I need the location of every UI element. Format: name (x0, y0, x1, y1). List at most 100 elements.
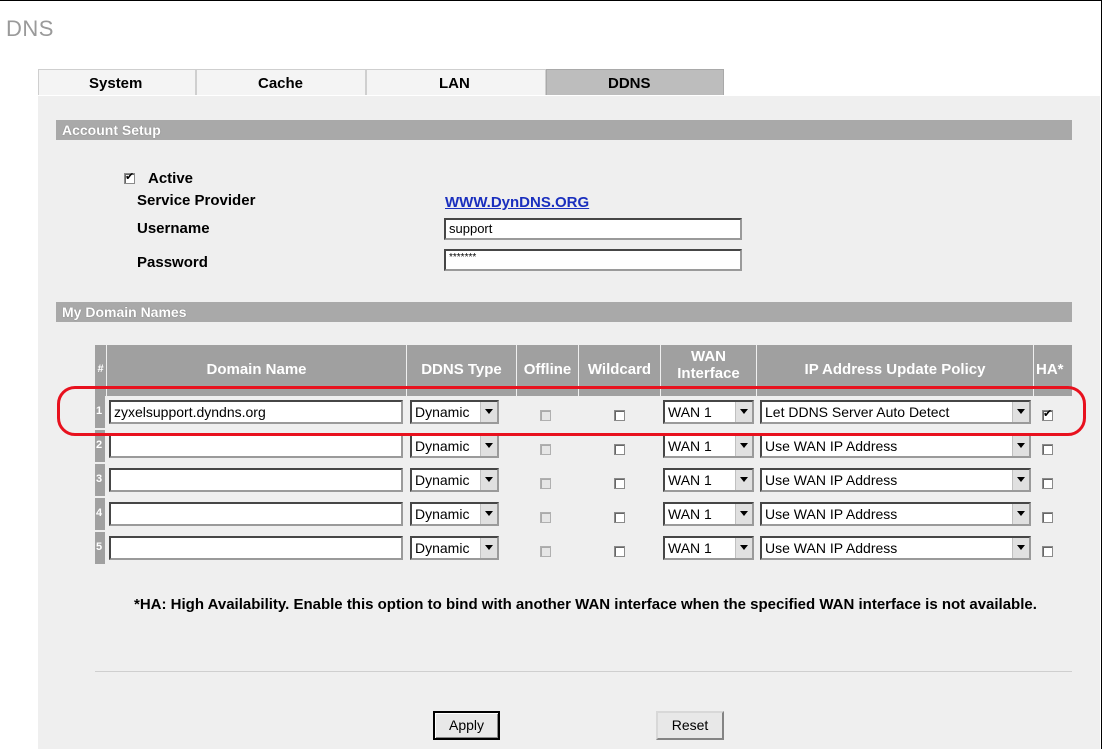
wildcard-checkbox[interactable] (614, 546, 625, 558)
domain-name-input[interactable]: zyxelsupport.dyndns.org (109, 400, 403, 424)
offline-cell (540, 532, 560, 564)
chevron-down-icon (480, 436, 497, 456)
offline-cell (540, 464, 560, 496)
table-row: 1 zyxelsupport.dyndns.org Dynamic WAN 1 Let … (95, 396, 1072, 428)
ip-policy-select[interactable]: Use WAN IP Address (760, 502, 1031, 526)
offline-checkbox (540, 478, 551, 490)
offline-checkbox (540, 546, 551, 558)
ha-footnote: *HA: High Availability. Enable this opti… (134, 596, 1037, 613)
tab-label: System (89, 75, 143, 92)
page-title: DNS (6, 16, 54, 41)
tab-cache[interactable]: Cache (196, 69, 366, 95)
service-provider-link[interactable]: WWW.DynDNS.ORG (445, 194, 589, 211)
ha-checkbox[interactable] (1042, 478, 1053, 490)
wan-interface-select[interactable]: WAN 1 (663, 502, 754, 526)
domain-name-input[interactable] (109, 536, 403, 560)
domain-names-heading: My Domain Names (56, 302, 1072, 322)
reset-button[interactable]: Reset (656, 711, 724, 740)
wildcard-cell (614, 396, 634, 428)
ha-checkbox[interactable] (1042, 444, 1053, 456)
ip-policy-select[interactable]: Use WAN IP Address (760, 434, 1031, 458)
username-field[interactable]: support (444, 218, 742, 240)
wildcard-checkbox[interactable] (614, 444, 625, 456)
ha-cell (1042, 430, 1062, 462)
row-index: 1 (95, 396, 105, 428)
apply-button[interactable]: Apply (433, 711, 500, 740)
service-provider-label: Service Provider (137, 192, 256, 209)
wildcard-cell (614, 498, 634, 530)
ha-cell (1042, 464, 1062, 496)
col-header-index: # (95, 345, 107, 396)
tab-label: DDNS (608, 75, 651, 92)
row-index: 4 (95, 498, 105, 530)
wildcard-checkbox[interactable] (614, 512, 625, 524)
col-header-domain-name: Domain Name (107, 345, 407, 396)
col-header-ddns-type: DDNS Type (407, 345, 517, 396)
wildcard-checkbox[interactable] (614, 478, 625, 490)
account-setup-heading: Account Setup (56, 120, 1072, 140)
chevron-down-icon (480, 470, 497, 490)
offline-checkbox (540, 444, 551, 456)
chevron-down-icon (1012, 538, 1029, 558)
ddns-type-select[interactable]: Dynamic (410, 400, 499, 424)
username-label: Username (137, 220, 210, 237)
chevron-down-icon (735, 504, 752, 524)
ip-policy-select[interactable]: Use WAN IP Address (760, 536, 1031, 560)
wan-interface-select[interactable]: WAN 1 (663, 434, 754, 458)
ha-checkbox[interactable] (1042, 407, 1053, 422)
offline-cell (540, 498, 560, 530)
ip-policy-select[interactable]: Use WAN IP Address (760, 468, 1031, 492)
ddns-type-select[interactable]: Dynamic (410, 434, 499, 458)
table-row: 5 Dynamic WAN 1 Use WAN IP Address (95, 532, 1072, 564)
domain-name-input[interactable] (109, 468, 403, 492)
chevron-down-icon (735, 402, 752, 422)
chevron-down-icon (735, 470, 752, 490)
table-row: 4 Dynamic WAN 1 Use WAN IP Address (95, 498, 1072, 530)
chevron-down-icon (735, 538, 752, 558)
ha-cell (1042, 532, 1062, 564)
col-header-wan-interface: WAN Interface (661, 345, 757, 396)
password-label: Password (137, 254, 208, 271)
wan-interface-select[interactable]: WAN 1 (663, 468, 754, 492)
ip-policy-select[interactable]: Let DDNS Server Auto Detect (760, 400, 1031, 424)
active-checkbox[interactable] (124, 170, 135, 184)
wildcard-cell (614, 430, 634, 462)
ddns-type-select[interactable]: Dynamic (410, 468, 499, 492)
chevron-down-icon (1012, 504, 1029, 524)
wildcard-cell (614, 464, 634, 496)
chevron-down-icon (480, 538, 497, 558)
table-row: 2 Dynamic WAN 1 Use WAN IP Address (95, 430, 1072, 462)
ddns-type-select[interactable]: Dynamic (410, 536, 499, 560)
tab-system[interactable]: System (38, 69, 196, 95)
chevron-down-icon (480, 504, 497, 524)
col-header-offline: Offline (517, 345, 579, 396)
chevron-down-icon (1012, 470, 1029, 490)
active-label: Active (148, 170, 194, 187)
ha-cell (1042, 396, 1062, 428)
ha-checkbox[interactable] (1042, 546, 1053, 558)
wan-interface-select[interactable]: WAN 1 (663, 400, 754, 424)
divider (95, 671, 1072, 672)
row-index: 5 (95, 532, 105, 564)
ddns-type-select[interactable]: Dynamic (410, 502, 499, 526)
tab-ddns[interactable]: DDNS (546, 69, 724, 95)
domain-name-input[interactable] (109, 434, 403, 458)
tab-label: Cache (258, 75, 304, 92)
wildcard-cell (614, 532, 634, 564)
tab-lan[interactable]: LAN (366, 69, 546, 95)
row-index: 2 (95, 430, 105, 462)
table-row: 3 Dynamic WAN 1 Use WAN IP Address (95, 464, 1072, 496)
offline-checkbox (540, 410, 551, 422)
offline-cell (540, 430, 560, 462)
col-header-ha: HA* (1034, 345, 1072, 396)
chevron-down-icon (480, 402, 497, 422)
chevron-down-icon (735, 436, 752, 456)
wildcard-checkbox[interactable] (614, 410, 625, 422)
col-header-wildcard: Wildcard (579, 345, 661, 396)
wan-interface-select[interactable]: WAN 1 (663, 536, 754, 560)
domain-name-input[interactable] (109, 502, 403, 526)
col-header-ip-policy: IP Address Update Policy (757, 345, 1034, 396)
ha-checkbox[interactable] (1042, 512, 1053, 524)
password-field[interactable]: ******* (444, 249, 742, 271)
offline-checkbox (540, 512, 551, 524)
